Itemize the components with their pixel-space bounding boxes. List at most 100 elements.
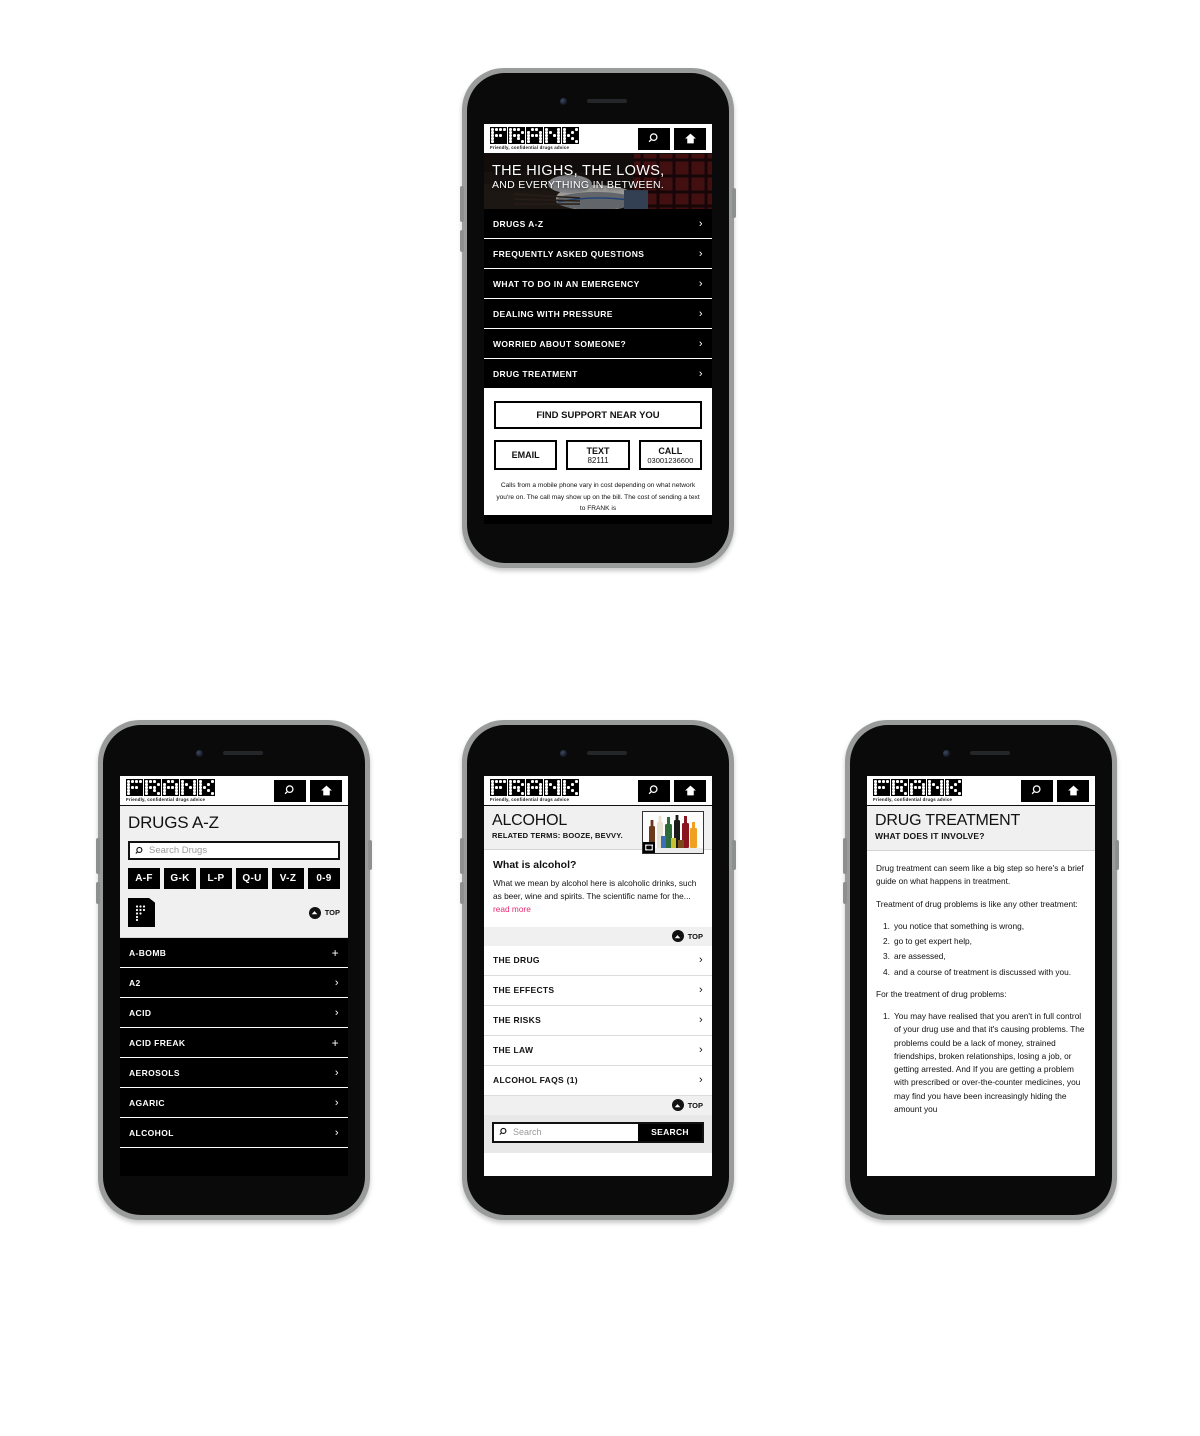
chevron-up-icon <box>671 930 684 943</box>
letter-range-chip[interactable]: 0-9 <box>308 868 340 889</box>
frank-logo[interactable]: Friendly, confidential drugs advice <box>126 779 216 802</box>
cta-disclaimer: Calls from a mobile phone vary in cost d… <box>496 482 700 513</box>
phone-volume-button[interactable] <box>460 882 464 904</box>
contact-button-row: EMAIL TEXT 82111 CALL 03001236600 <box>494 440 706 473</box>
treatment-para-2: Treatment of drug problems is like any o… <box>876 898 1078 909</box>
page-subtitle: WHAT DOES IT INVOLVE? <box>875 831 985 841</box>
drug-list-item-label: ACID <box>129 1007 152 1018</box>
treatment-list-item: 2. go to get expert help, <box>883 935 1086 948</box>
frank-logo-mark <box>873 779 963 796</box>
search-icon <box>648 784 661 797</box>
front-camera-icon <box>196 750 203 757</box>
search-icon <box>1031 784 1044 797</box>
home-button[interactable] <box>674 127 706 150</box>
home-button[interactable] <box>1057 779 1089 802</box>
logo-glyph-r <box>891 779 908 796</box>
home-nav-item[interactable]: WORRIED ABOUT SOMEONE? › <box>484 329 712 359</box>
home-button[interactable] <box>674 779 706 802</box>
logo-glyph-a <box>909 779 926 796</box>
phone-side-button[interactable] <box>843 838 847 874</box>
site-search-field[interactable]: Search <box>494 1123 638 1141</box>
expand-image-icon[interactable] <box>643 842 655 853</box>
alcohol-section-label: THE DRUG <box>493 955 540 966</box>
letter-range-chip[interactable]: A-F <box>128 868 160 889</box>
drug-list-item[interactable]: AEROSOLS › <box>120 1058 348 1088</box>
logo-glyph-a <box>162 779 179 796</box>
phone-side-button[interactable] <box>460 186 464 222</box>
find-support-button[interactable]: FIND SUPPORT NEAR YOU <box>494 401 705 432</box>
alcohol-section-item[interactable]: THE EFFECTS › <box>484 976 712 1006</box>
list-item-number: 2. <box>883 936 890 947</box>
text-button[interactable]: TEXT 82111 <box>566 440 634 473</box>
letter-range-chip[interactable]: Q-U <box>236 868 268 889</box>
alcohol-sections-list: THE DRUG › THE EFFECTS › THE RISKS › THE LAW › A… <box>484 945 712 1096</box>
search-button[interactable] <box>638 127 670 150</box>
chevron-right-icon: › <box>699 1014 703 1027</box>
phone-volume-button[interactable] <box>96 882 100 904</box>
home-button[interactable] <box>310 779 342 802</box>
logo-glyph-f <box>126 779 143 796</box>
call-button[interactable]: CALL 03001236600 <box>638 440 706 473</box>
home-nav-item[interactable]: DRUGS A-Z › <box>484 209 712 239</box>
phone-power-button[interactable] <box>732 840 736 870</box>
drug-list-item[interactable]: A-BOMB + <box>120 938 348 968</box>
az-title-band: DRUGS A-Z Search Drugs A-F G-K L-P Q-U V-Z 0-… <box>120 806 348 938</box>
phone-volume-button[interactable] <box>460 230 464 252</box>
phone-power-button[interactable] <box>1115 840 1119 870</box>
alcohol-thumbnail[interactable] <box>642 811 704 854</box>
phone-side-button[interactable] <box>96 838 100 874</box>
search-button[interactable] <box>638 779 670 802</box>
phone-drug-treatment: Friendly, confidential drugs advice DRUG… <box>843 720 1119 1228</box>
phone-home: Friendly, confidential drugs advice THE … <box>460 68 736 576</box>
drug-list-item[interactable]: AGARIC › <box>120 1088 348 1118</box>
back-to-top-button[interactable]: TOP <box>671 930 703 943</box>
logo-glyph-f <box>490 779 507 796</box>
logo-glyph-n <box>544 127 561 144</box>
drug-list-item[interactable]: A2 › <box>120 968 348 998</box>
hero-headline-line1: THE HIGHS, THE LOWS, <box>492 163 665 179</box>
drug-list-item[interactable]: ACID FREAK + <box>120 1028 348 1058</box>
alcohol-section-item[interactable]: ALCOHOL FAQS (1) › <box>484 1066 712 1096</box>
frank-logo[interactable]: Friendly, confidential drugs advice <box>490 779 580 802</box>
alcohol-section-item[interactable]: THE DRUG › <box>484 946 712 976</box>
letter-range-chip[interactable]: G-K <box>164 868 196 889</box>
phone-power-button[interactable] <box>368 840 372 870</box>
frank-logo[interactable]: Friendly, confidential drugs advice <box>490 127 580 150</box>
email-button[interactable]: EMAIL <box>494 440 561 473</box>
home-nav-item[interactable]: DRUG TREATMENT › <box>484 359 712 389</box>
frank-logo-tagline: Friendly, confidential drugs advice <box>126 797 206 802</box>
phone-side-button[interactable] <box>460 838 464 874</box>
header-buttons <box>638 779 706 802</box>
drug-list-item[interactable]: ALCOHOL › <box>120 1118 348 1148</box>
site-search-button[interactable]: SEARCH <box>638 1123 702 1141</box>
list-item-text: are assessed, <box>894 951 946 962</box>
letter-range-chip[interactable]: L-P <box>200 868 232 889</box>
list-item-number: 4. <box>883 966 890 977</box>
chevron-up-icon <box>308 906 321 919</box>
read-more-link[interactable]: read more <box>493 904 531 914</box>
alcohol-section-item[interactable]: THE LAW › <box>484 1036 712 1066</box>
drug-search-field[interactable]: Search Drugs <box>128 841 340 860</box>
phone-volume-button[interactable] <box>843 882 847 904</box>
home-nav-item[interactable]: DEALING WITH PRESSURE › <box>484 299 712 329</box>
treatment-steps-list: 1. you notice that something is wrong, 2. g… <box>883 920 1086 979</box>
phone-power-button[interactable] <box>732 188 736 218</box>
back-to-top-button-lower[interactable]: TOP <box>671 1099 703 1112</box>
frank-logo[interactable]: Friendly, confidential drugs advice <box>873 779 963 802</box>
hero-banner: THE HIGHS, THE LOWS, AND EVERYTHING IN B… <box>484 154 712 209</box>
home-nav-item[interactable]: WHAT TO DO IN AN EMERGENCY › <box>484 269 712 299</box>
letter-range-chip[interactable]: V-Z <box>272 868 304 889</box>
search-button[interactable] <box>274 779 306 802</box>
home-nav-item[interactable]: FREQUENTLY ASKED QUESTIONS › <box>484 239 712 269</box>
logo-glyph-k <box>945 779 962 796</box>
logo-glyph-f <box>873 779 890 796</box>
frank-f-tile-icon[interactable] <box>128 898 155 927</box>
back-to-top-button[interactable]: TOP <box>308 906 340 919</box>
home-icon <box>320 784 333 797</box>
chevron-right-icon: › <box>334 1066 339 1079</box>
search-button[interactable] <box>1021 779 1053 802</box>
chevron-right-icon: › <box>698 307 703 320</box>
back-to-top-label: TOP <box>687 1100 703 1110</box>
drug-list-item[interactable]: ACID › <box>120 998 348 1028</box>
alcohol-section-item[interactable]: THE RISKS › <box>484 1006 712 1036</box>
